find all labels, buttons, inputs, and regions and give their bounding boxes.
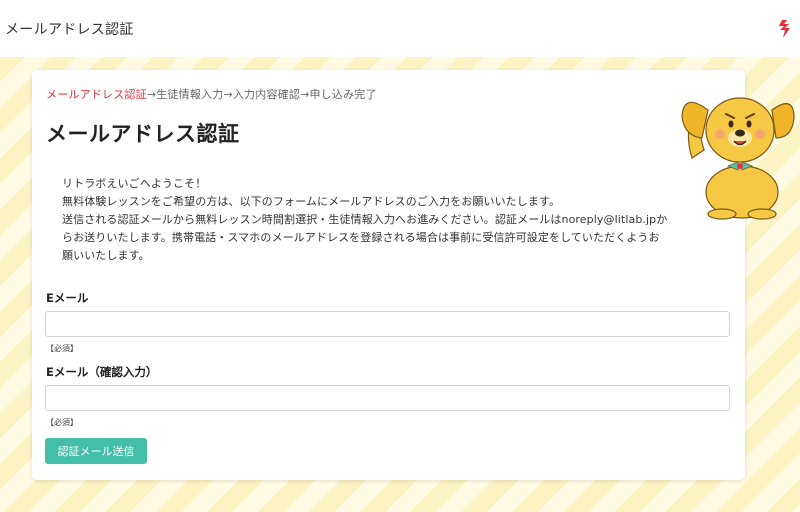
intro-text: リトラボえいごへようこそ！ 無料体験レッスンをご希望の方は、以下のフォームにメー… [62, 175, 672, 265]
intro-line: 願いいたします。 [62, 249, 150, 262]
intro-line: 無料体験レッスンをご希望の方は、以下のフォームにメールアドレスのご入力をお願いい… [62, 195, 561, 208]
red-flame-logo-icon[interactable] [778, 19, 792, 39]
breadcrumb-separator: → [223, 88, 233, 101]
intro-line: リトラボえいごへようこそ！ [62, 177, 207, 190]
app-title: メールアドレス認証 [5, 21, 134, 38]
breadcrumb: メールアドレス認証→生徒情報入力→入力内容確認→申し込み完了 [46, 86, 377, 102]
intro-line: らお送りいたします。携帯電話・スマホのメールアドレスを登録される場合は事前に受信… [62, 231, 660, 244]
breadcrumb-step-complete: 申し込み完了 [309, 88, 377, 101]
breadcrumb-step-email: メールアドレス認証 [46, 88, 147, 101]
breadcrumb-separator: → [146, 88, 157, 101]
intro-line: 送信される認証メールから無料レッスン時間割選択・生徒情報入力へお進みください。認… [62, 213, 668, 226]
page-title: メールアドレス認証 [46, 122, 240, 146]
breadcrumb-step-confirm: 入力内容確認 [232, 88, 301, 101]
yellow-dog-mascot-icon [681, 97, 795, 220]
email-label: Eメール [46, 291, 89, 305]
send-verification-button[interactable]: 認証メール送信 [45, 438, 147, 464]
email-confirm-required-note: 【必須】 [46, 418, 78, 427]
top-bar: メールアドレス認証 [0, 0, 800, 57]
email-confirm-field[interactable] [45, 385, 730, 411]
email-field[interactable] [45, 311, 730, 337]
email-confirm-label: Eメール（確認入力） [46, 365, 158, 379]
breadcrumb-step-student: 生徒情報入力 [156, 88, 224, 101]
email-required-note: 【必須】 [46, 344, 78, 353]
